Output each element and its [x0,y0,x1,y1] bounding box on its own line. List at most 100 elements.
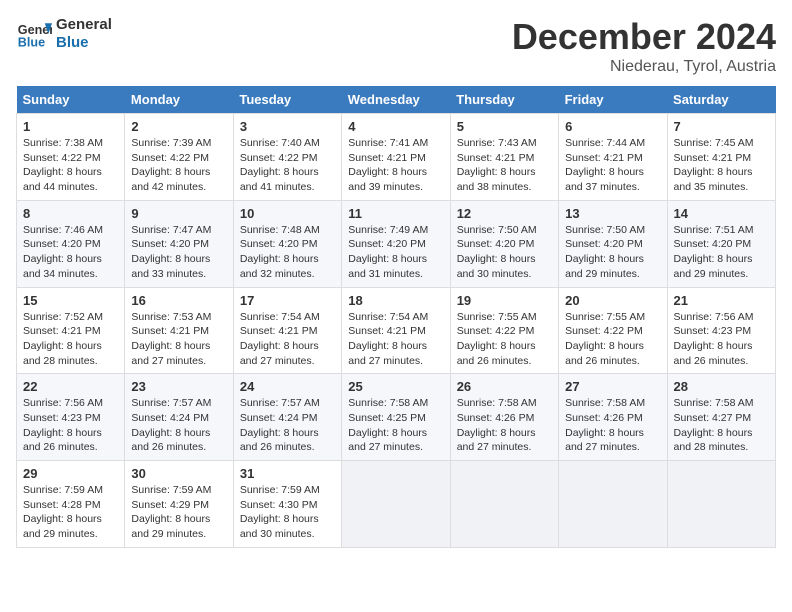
calendar-cell [450,461,558,548]
sunrise: Sunrise: 7:50 AM [457,224,537,236]
sunset: Sunset: 4:20 PM [457,238,535,250]
calendar-week-row: 22 Sunrise: 7:56 AM Sunset: 4:23 PM Dayl… [17,374,776,461]
calendar-cell: 4 Sunrise: 7:41 AM Sunset: 4:21 PM Dayli… [342,114,450,201]
sunset: Sunset: 4:24 PM [240,412,318,424]
day-info: Sunrise: 7:43 AM Sunset: 4:21 PM Dayligh… [457,136,552,195]
sunrise: Sunrise: 7:50 AM [565,224,645,236]
day-number: 16 [131,293,226,308]
daylight: Daylight: 8 hours and 29 minutes. [674,253,753,280]
sunset: Sunset: 4:21 PM [240,325,318,337]
day-info: Sunrise: 7:59 AM Sunset: 4:29 PM Dayligh… [131,483,226,542]
calendar-cell: 3 Sunrise: 7:40 AM Sunset: 4:22 PM Dayli… [233,114,341,201]
day-info: Sunrise: 7:58 AM Sunset: 4:27 PM Dayligh… [674,396,769,455]
daylight: Daylight: 8 hours and 26 minutes. [565,340,644,367]
calendar-cell: 7 Sunrise: 7:45 AM Sunset: 4:21 PM Dayli… [667,114,775,201]
calendar-cell [559,461,667,548]
svg-text:Blue: Blue [18,36,45,50]
weekday-header: Tuesday [233,86,341,114]
sunset: Sunset: 4:22 PM [457,325,535,337]
sunset: Sunset: 4:24 PM [131,412,209,424]
day-number: 31 [240,466,335,481]
day-number: 20 [565,293,660,308]
day-number: 27 [565,379,660,394]
daylight: Daylight: 8 hours and 27 minutes. [565,427,644,454]
calendar-cell: 31 Sunrise: 7:59 AM Sunset: 4:30 PM Dayl… [233,461,341,548]
location: Niederau, Tyrol, Austria [512,58,776,76]
day-number: 30 [131,466,226,481]
day-info: Sunrise: 7:59 AM Sunset: 4:30 PM Dayligh… [240,483,335,542]
day-info: Sunrise: 7:59 AM Sunset: 4:28 PM Dayligh… [23,483,118,542]
sunrise: Sunrise: 7:45 AM [674,137,754,149]
day-number: 17 [240,293,335,308]
sunset: Sunset: 4:22 PM [23,152,101,164]
day-info: Sunrise: 7:57 AM Sunset: 4:24 PM Dayligh… [131,396,226,455]
sunrise: Sunrise: 7:58 AM [674,397,754,409]
weekday-header: Sunday [17,86,125,114]
day-number: 2 [131,119,226,134]
sunrise: Sunrise: 7:41 AM [348,137,428,149]
calendar-cell: 19 Sunrise: 7:55 AM Sunset: 4:22 PM Dayl… [450,287,558,374]
daylight: Daylight: 8 hours and 26 minutes. [674,340,753,367]
sunrise: Sunrise: 7:53 AM [131,311,211,323]
daylight: Daylight: 8 hours and 41 minutes. [240,166,319,193]
sunrise: Sunrise: 7:47 AM [131,224,211,236]
weekday-header: Thursday [450,86,558,114]
day-number: 23 [131,379,226,394]
daylight: Daylight: 8 hours and 35 minutes. [674,166,753,193]
day-info: Sunrise: 7:38 AM Sunset: 4:22 PM Dayligh… [23,136,118,195]
calendar-header-row: SundayMondayTuesdayWednesdayThursdayFrid… [17,86,776,114]
calendar-cell: 2 Sunrise: 7:39 AM Sunset: 4:22 PM Dayli… [125,114,233,201]
title-area: December 2024 Niederau, Tyrol, Austria [512,16,776,76]
day-info: Sunrise: 7:58 AM Sunset: 4:26 PM Dayligh… [457,396,552,455]
calendar-week-row: 15 Sunrise: 7:52 AM Sunset: 4:21 PM Dayl… [17,287,776,374]
sunset: Sunset: 4:22 PM [131,152,209,164]
logo-icon: General Blue [16,16,52,52]
sunrise: Sunrise: 7:40 AM [240,137,320,149]
day-number: 12 [457,206,552,221]
day-info: Sunrise: 7:55 AM Sunset: 4:22 PM Dayligh… [565,310,660,369]
sunset: Sunset: 4:23 PM [23,412,101,424]
sunset: Sunset: 4:22 PM [240,152,318,164]
daylight: Daylight: 8 hours and 33 minutes. [131,253,210,280]
calendar-cell: 28 Sunrise: 7:58 AM Sunset: 4:27 PM Dayl… [667,374,775,461]
daylight: Daylight: 8 hours and 27 minutes. [131,340,210,367]
day-number: 10 [240,206,335,221]
day-number: 8 [23,206,118,221]
calendar-cell: 9 Sunrise: 7:47 AM Sunset: 4:20 PM Dayli… [125,200,233,287]
calendar-week-row: 29 Sunrise: 7:59 AM Sunset: 4:28 PM Dayl… [17,461,776,548]
day-info: Sunrise: 7:40 AM Sunset: 4:22 PM Dayligh… [240,136,335,195]
day-number: 4 [348,119,443,134]
calendar-cell: 22 Sunrise: 7:56 AM Sunset: 4:23 PM Dayl… [17,374,125,461]
sunrise: Sunrise: 7:54 AM [240,311,320,323]
calendar-cell: 14 Sunrise: 7:51 AM Sunset: 4:20 PM Dayl… [667,200,775,287]
day-info: Sunrise: 7:58 AM Sunset: 4:26 PM Dayligh… [565,396,660,455]
sunrise: Sunrise: 7:46 AM [23,224,103,236]
daylight: Daylight: 8 hours and 44 minutes. [23,166,102,193]
day-number: 24 [240,379,335,394]
day-info: Sunrise: 7:56 AM Sunset: 4:23 PM Dayligh… [674,310,769,369]
logo: General Blue General Blue [16,16,112,52]
calendar-cell: 20 Sunrise: 7:55 AM Sunset: 4:22 PM Dayl… [559,287,667,374]
calendar-body: 1 Sunrise: 7:38 AM Sunset: 4:22 PM Dayli… [17,114,776,548]
sunset: Sunset: 4:21 PM [348,325,426,337]
daylight: Daylight: 8 hours and 30 minutes. [457,253,536,280]
sunrise: Sunrise: 7:48 AM [240,224,320,236]
daylight: Daylight: 8 hours and 39 minutes. [348,166,427,193]
daylight: Daylight: 8 hours and 38 minutes. [457,166,536,193]
weekday-header: Wednesday [342,86,450,114]
day-info: Sunrise: 7:54 AM Sunset: 4:21 PM Dayligh… [348,310,443,369]
month-title: December 2024 [512,16,776,58]
day-number: 7 [674,119,769,134]
daylight: Daylight: 8 hours and 27 minutes. [240,340,319,367]
day-info: Sunrise: 7:58 AM Sunset: 4:25 PM Dayligh… [348,396,443,455]
day-info: Sunrise: 7:56 AM Sunset: 4:23 PM Dayligh… [23,396,118,455]
day-info: Sunrise: 7:50 AM Sunset: 4:20 PM Dayligh… [565,223,660,282]
sunset: Sunset: 4:25 PM [348,412,426,424]
daylight: Daylight: 8 hours and 34 minutes. [23,253,102,280]
daylight: Daylight: 8 hours and 26 minutes. [131,427,210,454]
calendar-table: SundayMondayTuesdayWednesdayThursdayFrid… [16,86,776,548]
day-number: 29 [23,466,118,481]
calendar-cell: 16 Sunrise: 7:53 AM Sunset: 4:21 PM Dayl… [125,287,233,374]
daylight: Daylight: 8 hours and 30 minutes. [240,513,319,540]
day-number: 13 [565,206,660,221]
